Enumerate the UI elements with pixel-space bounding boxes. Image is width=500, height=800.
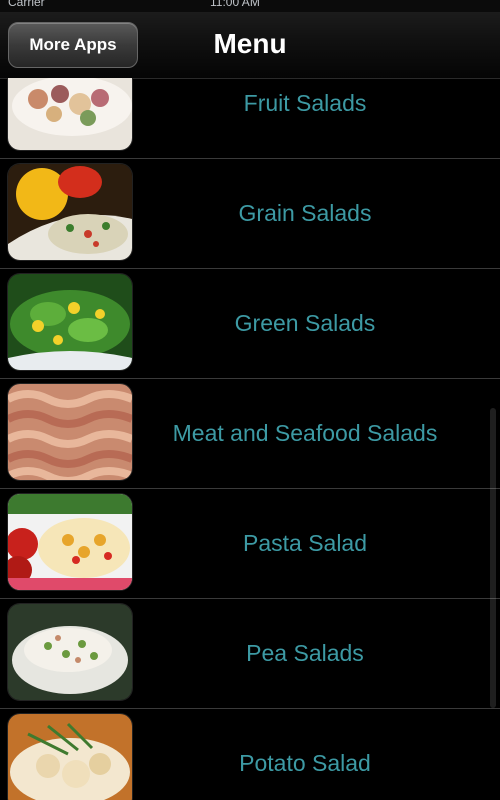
grain-salad-photo	[8, 164, 132, 260]
carrier-label: Carrier	[8, 0, 45, 9]
navigation-bar: More Apps Menu	[0, 12, 500, 79]
list-item-label: Pasta Salad	[242, 529, 368, 556]
list-item-pea-salads[interactable]: Pea Salads	[0, 598, 500, 709]
list-item-label: Meat and Seafood Salads	[172, 419, 438, 446]
list-item-meat-seafood-salads[interactable]: Meat and Seafood Salads	[0, 378, 500, 489]
list-item-label: Grain Salads	[238, 199, 372, 226]
vertical-scrollbar[interactable]	[490, 408, 496, 708]
page-title: Menu	[213, 28, 287, 59]
list-item-label: Pea Salads	[246, 639, 364, 666]
list-item-fruit-salads[interactable]: Fruit Salads	[0, 78, 500, 159]
list-item-label: Green Salads	[234, 309, 376, 336]
pasta-salad-photo	[8, 494, 132, 590]
status-time: 11:00 AM	[210, 0, 260, 9]
menu-list[interactable]: Fruit Salads Grain Salads Green Salads M…	[0, 78, 500, 800]
more-apps-button[interactable]: More Apps	[8, 22, 138, 68]
list-item-grain-salads[interactable]: Grain Salads	[0, 158, 500, 269]
list-item-green-salads[interactable]: Green Salads	[0, 268, 500, 379]
meat-seafood-salad-photo	[8, 384, 132, 480]
fruit-salad-photo	[8, 78, 132, 150]
list-item-pasta-salad[interactable]: Pasta Salad	[0, 488, 500, 599]
pea-salad-photo	[8, 604, 132, 700]
list-item-label: Potato Salad	[239, 749, 371, 776]
potato-salad-photo	[8, 714, 132, 800]
list-item-label: Fruit Salads	[243, 89, 367, 116]
status-bar: Carrier 11:00 AM	[0, 0, 500, 12]
green-salad-photo	[8, 274, 132, 370]
list-item-potato-salad[interactable]: Potato Salad	[0, 708, 500, 800]
